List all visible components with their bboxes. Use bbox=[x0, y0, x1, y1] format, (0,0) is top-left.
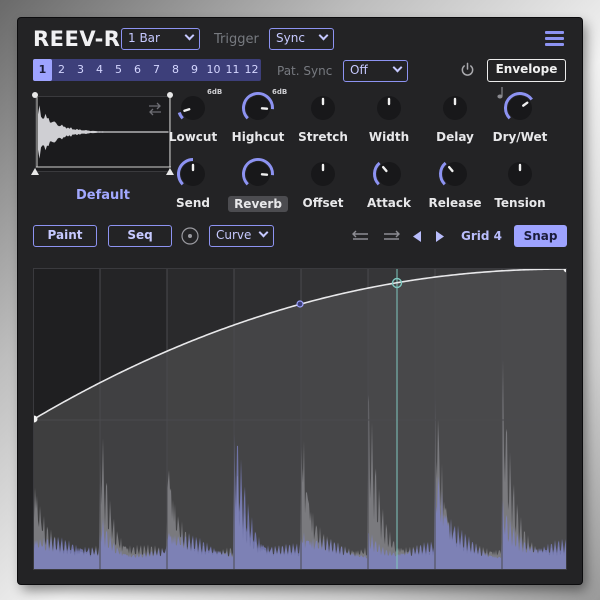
envelope-editor[interactable] bbox=[33, 268, 567, 570]
pattern-10-button[interactable]: 10 bbox=[204, 59, 223, 81]
snap-button[interactable]: Snap bbox=[514, 225, 567, 247]
pat-sync-label: Pat. Sync bbox=[277, 64, 333, 78]
hamburger-icon[interactable] bbox=[545, 31, 564, 46]
plugin-window: REEV-R 1 Bar Trigger Sync 1 2 3 4 5 6 7 8 9 10 11 1… bbox=[18, 18, 582, 584]
attack-label: Attack bbox=[367, 196, 411, 210]
offset-label: Offset bbox=[302, 196, 344, 210]
pattern-4-button[interactable]: 4 bbox=[90, 59, 109, 81]
delay-label: Delay bbox=[436, 130, 474, 144]
chevron-down-icon bbox=[392, 62, 403, 73]
chevron-down-icon bbox=[184, 30, 195, 41]
pattern-11-button[interactable]: 11 bbox=[223, 59, 242, 81]
width-label: Width bbox=[368, 130, 410, 144]
pattern-selector: 1 2 3 4 5 6 7 8 9 10 11 12 bbox=[33, 59, 261, 81]
seq-button[interactable]: Seq bbox=[108, 225, 172, 247]
loop-start-marker[interactable] bbox=[31, 168, 39, 175]
next-arrow-icon[interactable] bbox=[435, 231, 444, 242]
delay-knob[interactable]: Delay bbox=[422, 90, 488, 144]
pat-sync-dropdown[interactable]: Off bbox=[343, 60, 408, 82]
pattern-7-button[interactable]: 7 bbox=[147, 59, 166, 81]
chevron-down-icon bbox=[318, 30, 329, 41]
lowcut-slope-badge[interactable]: 6dB bbox=[207, 88, 222, 96]
highcut-slope-badge[interactable]: 6dB bbox=[272, 88, 287, 96]
pattern-3-button[interactable]: 3 bbox=[71, 59, 90, 81]
trigger-value: Sync bbox=[276, 31, 305, 45]
send-knob[interactable]: Send bbox=[160, 156, 226, 210]
plugin-title: REEV-R bbox=[33, 27, 121, 51]
start-handle[interactable] bbox=[32, 92, 38, 98]
curve-value: Curve bbox=[216, 228, 252, 242]
power-icon[interactable] bbox=[460, 62, 475, 77]
shift-left-icon[interactable] bbox=[351, 230, 371, 242]
previous-arrow-icon[interactable] bbox=[413, 231, 422, 242]
lowcut-knob[interactable]: Lowcut bbox=[160, 90, 226, 144]
pattern-9-button[interactable]: 9 bbox=[185, 59, 204, 81]
pattern-5-button[interactable]: 5 bbox=[109, 59, 128, 81]
envelope-button[interactable]: Envelope bbox=[487, 59, 566, 82]
trigger-dropdown[interactable]: Sync bbox=[269, 28, 334, 50]
length-value: 1 Bar bbox=[128, 31, 160, 45]
envelope-curve-handle[interactable] bbox=[296, 300, 304, 308]
pat-sync-value: Off bbox=[350, 63, 368, 77]
point-mode-icon[interactable] bbox=[181, 227, 199, 245]
pattern-8-button[interactable]: 8 bbox=[166, 59, 185, 81]
reverb-label: Reverb bbox=[228, 196, 288, 212]
trigger-label: Trigger bbox=[214, 32, 259, 47]
note-icon bbox=[497, 87, 503, 99]
chevron-down-icon bbox=[258, 227, 269, 238]
sample-name: Default bbox=[76, 188, 130, 203]
attack-knob[interactable]: Attack bbox=[356, 156, 422, 210]
highcut-label: Highcut bbox=[231, 130, 285, 144]
shift-right-icon[interactable] bbox=[381, 230, 401, 242]
grid-label[interactable]: Grid 4 bbox=[461, 229, 502, 243]
pattern-2-button[interactable]: 2 bbox=[52, 59, 71, 81]
send-label: Send bbox=[176, 196, 210, 210]
reverb-knob[interactable]: Reverb bbox=[225, 156, 291, 212]
release-knob[interactable]: Release bbox=[422, 156, 488, 210]
pattern-12-button[interactable]: 12 bbox=[242, 59, 261, 81]
lowcut-label: Lowcut bbox=[168, 130, 218, 144]
offset-knob[interactable]: Offset bbox=[290, 156, 356, 210]
length-dropdown[interactable]: 1 Bar bbox=[121, 28, 200, 50]
pattern-1-button[interactable]: 1 bbox=[33, 59, 52, 81]
highcut-knob[interactable]: Highcut bbox=[225, 90, 291, 144]
tension-label: Tension bbox=[494, 196, 546, 210]
release-label: Release bbox=[428, 196, 482, 210]
paint-button[interactable]: Paint bbox=[33, 225, 97, 247]
width-knob[interactable]: Width bbox=[356, 90, 422, 144]
stretch-label: Stretch bbox=[298, 130, 348, 144]
tension-knob[interactable]: Tension bbox=[487, 156, 553, 210]
dry-wet-label: Dry/Wet bbox=[492, 130, 548, 144]
curve-dropdown[interactable]: Curve bbox=[209, 225, 274, 247]
stretch-knob[interactable]: Stretch bbox=[290, 90, 356, 144]
pattern-6-button[interactable]: 6 bbox=[128, 59, 147, 81]
